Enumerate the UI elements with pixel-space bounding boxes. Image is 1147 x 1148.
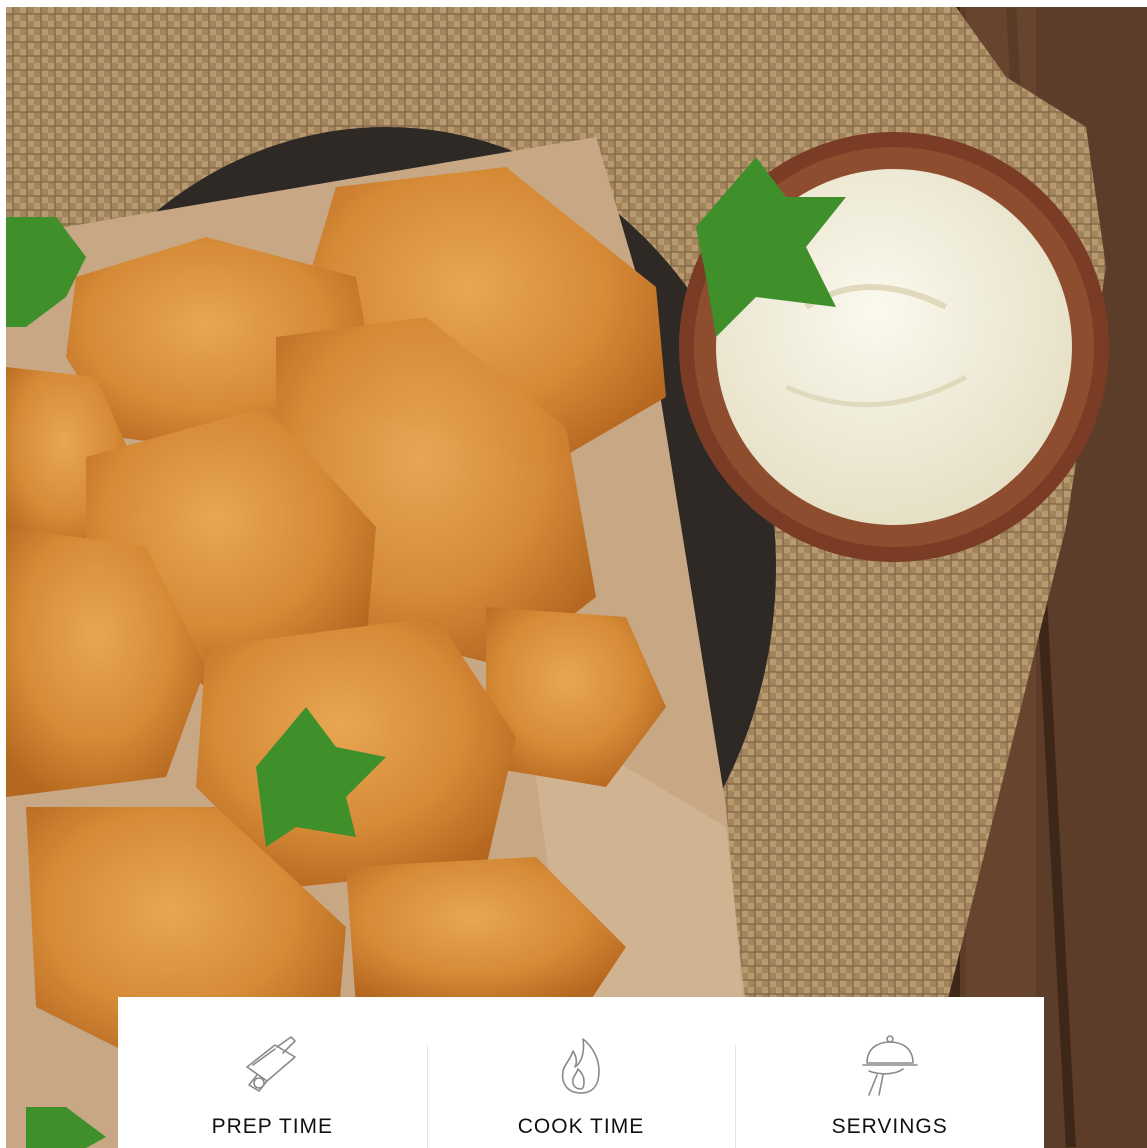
chicken-nuggets [6, 167, 666, 1067]
prep-time-label: PREP TIME [211, 1115, 334, 1138]
prep-time: PREP TIME [118, 997, 427, 1148]
recipe-info-card: PREP TIME COOK TIME SERVINGS [118, 997, 1044, 1148]
flame-icon [561, 1038, 600, 1094]
food-photo [6, 7, 1147, 1148]
food-photo-illustration [6, 7, 1147, 1148]
servings-label: SERVINGS [831, 1115, 948, 1138]
cook-time-label: COOK TIME [517, 1115, 645, 1138]
servings: SERVINGS [735, 997, 1044, 1148]
serving-cloche-icon [861, 1035, 918, 1096]
cutting-board-icon [246, 1036, 297, 1092]
cook-time: COOK TIME [426, 997, 736, 1148]
